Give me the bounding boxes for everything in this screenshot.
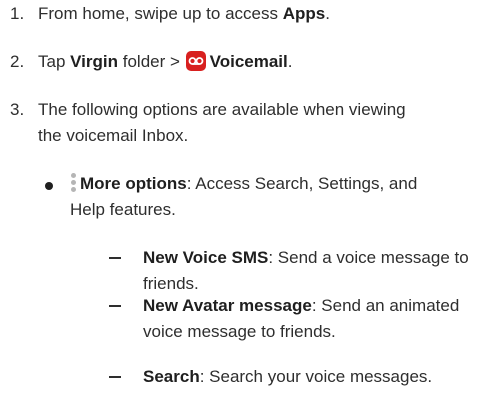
bullet-description: : Access Search, Settings, and	[186, 174, 418, 193]
dash-marker	[109, 376, 121, 378]
subitem-line-1: Search: Search your voice messages.	[143, 365, 432, 389]
step-text-part: folder >	[118, 52, 185, 71]
bullet-text-line-1: More options: Access Search, Settings, a…	[70, 172, 417, 196]
more-options-label: More options	[80, 174, 187, 193]
subitem-line-2: voice message to friends.	[143, 322, 336, 341]
step-text: Tap Virgin folder > Voicemail.	[38, 50, 293, 74]
step-text-part: From home, swipe up to access	[38, 4, 283, 23]
step-text-part: Tap	[38, 52, 71, 71]
subitem-line-2: friends.	[143, 274, 199, 293]
new-avatar-message-label: New Avatar message	[143, 296, 312, 315]
subitem-description: : Send an animated	[311, 296, 460, 315]
subitem-line-1: New Avatar message: Send an animated	[143, 294, 459, 318]
step-text-part: .	[287, 52, 293, 71]
bullet-dot	[45, 182, 53, 190]
voicemail-app-icon	[185, 51, 206, 71]
step-number: 1.	[10, 4, 25, 23]
step-text: From home, swipe up to access Apps.	[38, 2, 330, 26]
dash-marker	[109, 305, 121, 307]
bullet-text-line-2: Help features.	[70, 200, 176, 219]
voicemail-label: Voicemail	[209, 52, 288, 71]
step-number: 3.	[10, 100, 25, 119]
step-text-line-1: The following options are available when…	[38, 100, 406, 119]
apps-label: Apps	[282, 4, 326, 23]
step-text-part: .	[325, 4, 330, 23]
virgin-folder-label: Virgin	[70, 52, 119, 71]
subitem-line-1: New Voice SMS: Send a voice message to	[143, 246, 469, 270]
subitem-description: : Send a voice message to	[268, 248, 469, 267]
new-voice-sms-label: New Voice SMS	[143, 248, 269, 267]
step-text-line-2: the voicemail Inbox.	[38, 126, 189, 145]
instruction-document: 1. From home, swipe up to access Apps. 2…	[0, 0, 504, 407]
step-number: 2.	[10, 52, 25, 71]
search-label: Search	[143, 367, 200, 386]
vertical-dots-icon	[70, 173, 76, 193]
dash-marker	[109, 257, 121, 259]
subitem-description: : Search your voice messages.	[199, 367, 433, 386]
